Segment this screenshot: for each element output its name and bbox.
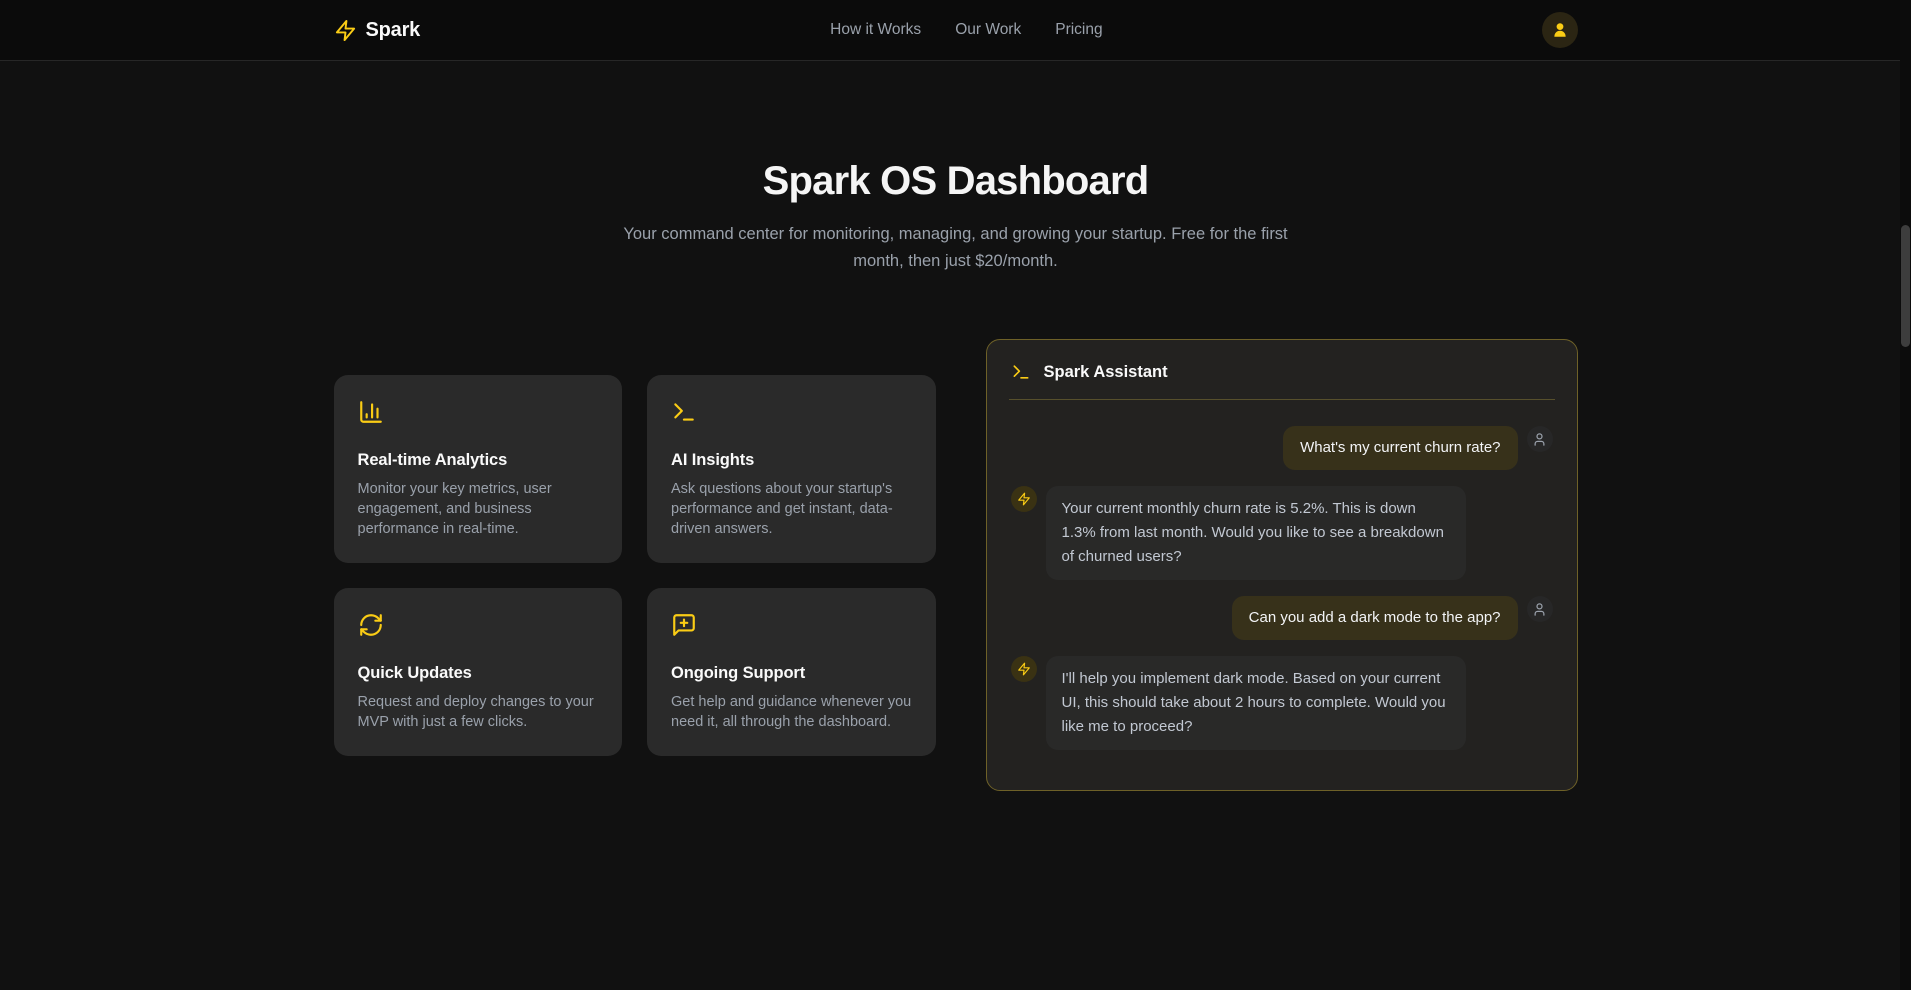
main-content: Spark OS Dashboard Your command center f…	[0, 159, 1911, 791]
feature-title: AI Insights	[671, 451, 912, 470]
user-avatar	[1527, 596, 1553, 622]
feature-card-ongoing-support: Ongoing Support Get help and guidance wh…	[647, 588, 936, 756]
message-square-plus-icon	[671, 625, 697, 642]
feature-card-real-time-analytics: Real-time Analytics Monitor your key met…	[334, 375, 623, 563]
content-row: Real-time Analytics Monitor your key met…	[334, 339, 1578, 791]
zap-icon	[1017, 492, 1031, 506]
user-message-bubble: What's my current churn rate?	[1283, 426, 1517, 470]
terminal-icon	[1011, 362, 1031, 382]
terminal-icon	[671, 412, 697, 429]
feature-description: Get help and guidance whenever you need …	[671, 692, 912, 732]
assistant-header: Spark Assistant	[987, 340, 1577, 399]
chat-message-assistant: Your current monthly churn rate is 5.2%.…	[1011, 486, 1553, 580]
nav-link-our-work[interactable]: Our Work	[955, 21, 1021, 39]
page-title: Spark OS Dashboard	[0, 159, 1911, 204]
chat-message-assistant: I'll help you implement dark mode. Based…	[1011, 656, 1553, 750]
nav-links: How it Works Our Work Pricing	[830, 21, 1102, 39]
user-icon	[1532, 602, 1547, 617]
assistant-title: Spark Assistant	[1044, 363, 1168, 382]
feature-title: Ongoing Support	[671, 664, 912, 683]
refresh-icon	[358, 625, 384, 642]
top-nav: Spark How it Works Our Work Pricing	[0, 0, 1911, 61]
feature-description: Monitor your key metrics, user engagemen…	[358, 479, 599, 539]
feature-title: Quick Updates	[358, 664, 599, 683]
user-icon	[1551, 21, 1569, 39]
chat-message-user: Can you add a dark mode to the app?	[1011, 596, 1553, 640]
spark-assistant-avatar	[1011, 486, 1037, 512]
assistant-message-bubble: I'll help you implement dark mode. Based…	[1046, 656, 1466, 750]
feature-description: Request and deploy changes to your MVP w…	[358, 692, 599, 732]
brand-name: Spark	[366, 19, 421, 42]
scrollbar-track[interactable]	[1900, 0, 1911, 990]
hero-section: Spark OS Dashboard Your command center f…	[0, 159, 1911, 275]
user-icon	[1532, 432, 1547, 447]
nav-container: Spark How it Works Our Work Pricing	[334, 0, 1578, 60]
feature-title: Real-time Analytics	[358, 451, 599, 470]
spark-assistant-avatar	[1011, 656, 1037, 682]
zap-icon	[1017, 662, 1031, 676]
feature-card-ai-insights: AI Insights Ask questions about your sta…	[647, 375, 936, 563]
scrollbar-thumb[interactable]	[1901, 225, 1910, 347]
nav-link-pricing[interactable]: Pricing	[1055, 21, 1102, 39]
chat-message-list: What's my current churn rate? Your curre…	[987, 400, 1577, 790]
nav-link-how-it-works[interactable]: How it Works	[830, 21, 921, 39]
page: Spark How it Works Our Work Pricing Spar…	[0, 0, 1911, 990]
spark-assistant-panel: Spark Assistant What's my current churn …	[986, 339, 1578, 791]
user-message-bubble: Can you add a dark mode to the app?	[1232, 596, 1518, 640]
hero-subtitle: Your command center for monitoring, mana…	[606, 221, 1306, 275]
account-avatar-button[interactable]	[1542, 12, 1578, 48]
feature-card-quick-updates: Quick Updates Request and deploy changes…	[334, 588, 623, 756]
brand-logo[interactable]: Spark	[334, 19, 421, 42]
feature-grid: Real-time Analytics Monitor your key met…	[334, 375, 936, 756]
chat-message-user: What's my current churn rate?	[1011, 426, 1553, 470]
assistant-message-bubble: Your current monthly churn rate is 5.2%.…	[1046, 486, 1466, 580]
user-avatar	[1527, 426, 1553, 452]
spark-zap-icon	[334, 19, 357, 42]
feature-description: Ask questions about your startup's perfo…	[671, 479, 912, 539]
bar-chart-icon	[358, 412, 384, 429]
